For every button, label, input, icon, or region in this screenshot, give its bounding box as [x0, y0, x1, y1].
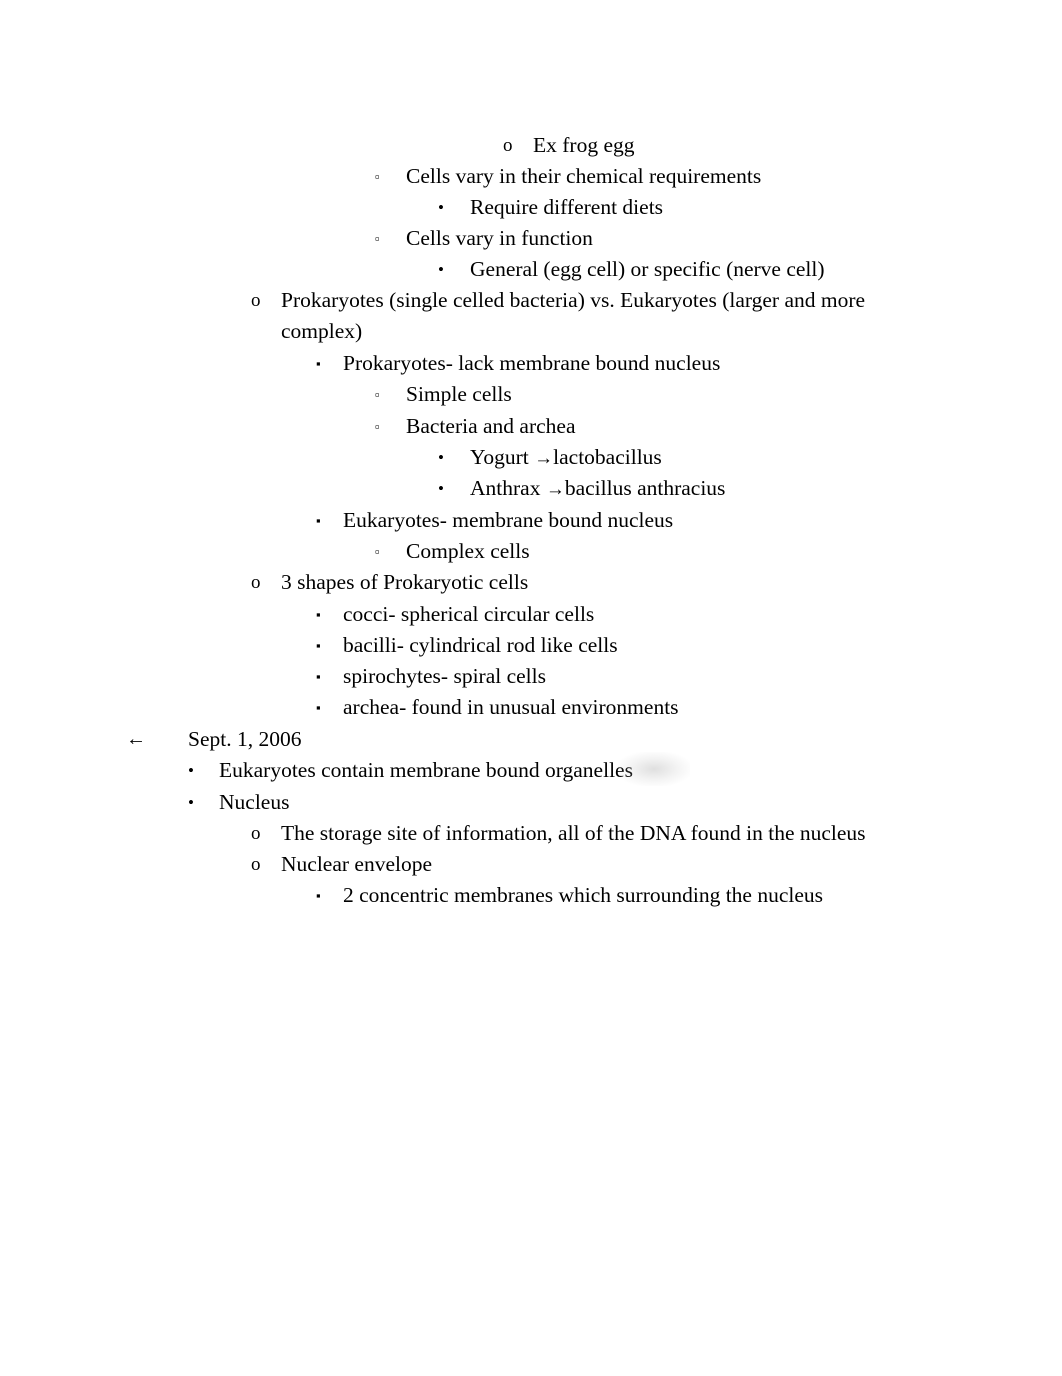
outline-line-text: Nuclear envelope — [281, 852, 433, 876]
filled-square-bullet-icon: ▪ — [316, 356, 321, 371]
outline-line-text: Require different diets — [470, 195, 664, 219]
outline-line-text: Yogurt →lactobacillus — [470, 442, 662, 474]
text-after-arrow: lactobacillus — [553, 445, 662, 469]
filled-square-bullet-icon: ▪ — [316, 888, 321, 903]
round-bullet-icon: • — [438, 448, 444, 467]
outline-line-text: spirochytes- spiral cells — [343, 664, 547, 688]
filled-square-bullet-icon: ▪ — [316, 700, 321, 715]
outline-line-text: 3 shapes of Prokaryotic cells — [281, 570, 529, 594]
outline-line-text: Eukaryotes- membrane bound nucleus — [343, 508, 674, 532]
outline-line-text: Bacteria and archea — [406, 414, 576, 438]
outline-line-text: Ex frog egg — [533, 133, 635, 157]
round-bullet-icon: • — [188, 761, 194, 780]
text-before-arrow: Anthrax — [470, 476, 546, 500]
outline-line-text: cocci- spherical circular cells — [343, 602, 595, 626]
round-bullet-icon: • — [438, 479, 444, 498]
outline-line-text: Prokaryotes (single celled bacteria) vs.… — [281, 288, 866, 343]
outline-line-text: Anthrax →bacillus anthracius — [470, 473, 725, 505]
round-bullet-icon: • — [438, 198, 444, 217]
text-after-arrow: bacillus anthracius — [564, 476, 726, 500]
arrow-right-icon: → — [534, 448, 554, 469]
text-before-arrow: Yogurt — [470, 445, 535, 469]
arrow-left-icon: ← — [126, 728, 146, 750]
circle-o-bullet-icon: o — [251, 290, 261, 311]
circle-o-bullet-icon: o — [251, 854, 261, 875]
outline-line-text: The storage site of information, all of … — [281, 821, 866, 845]
circle-o-bullet-icon: o — [251, 823, 261, 844]
hollow-square-bullet-icon: ▫ — [375, 387, 380, 402]
outline-line-text: Simple cells — [406, 382, 512, 406]
round-bullet-icon: • — [188, 793, 194, 812]
filled-square-bullet-icon: ▪ — [316, 607, 321, 622]
outline-line-text: Complex cells — [406, 539, 530, 563]
circle-o-bullet-icon: o — [503, 135, 513, 156]
hollow-square-bullet-icon: ▫ — [375, 169, 380, 184]
filled-square-bullet-icon: ▪ — [316, 638, 321, 653]
outline-line-text: Prokaryotes- lack membrane bound nucleus — [343, 351, 721, 375]
outline-line-text: Sept. 1, 2006 — [188, 727, 302, 751]
hollow-square-bullet-icon: ▫ — [375, 419, 380, 434]
filled-square-bullet-icon: ▪ — [316, 669, 321, 684]
hollow-square-bullet-icon: ▫ — [375, 231, 380, 246]
round-bullet-icon: • — [438, 260, 444, 279]
outline-line-text: archea- found in unusual environments — [343, 695, 679, 719]
outline-line-text: bacilli- cylindrical rod like cells — [343, 633, 618, 657]
outline-line-text: General (egg cell) or specific (nerve ce… — [470, 257, 825, 281]
filled-square-bullet-icon: ▪ — [316, 513, 321, 528]
outline-line-text: Cells vary in function — [406, 226, 593, 250]
document-page: o Ex frog egg ▫ Cells vary in their chemica… — [0, 0, 1062, 1376]
circle-o-bullet-icon: o — [251, 572, 261, 593]
outline-line-text: Eukaryotes contain membrane bound organe… — [219, 758, 633, 782]
arrow-right-icon: → — [545, 479, 565, 500]
outline-line-text: Nucleus — [219, 790, 290, 814]
outline-line-text: 2 concentric membranes which surrounding… — [343, 883, 824, 907]
hollow-square-bullet-icon: ▫ — [375, 544, 380, 559]
outline-line-text: Cells vary in their chemical requirement… — [406, 164, 762, 188]
